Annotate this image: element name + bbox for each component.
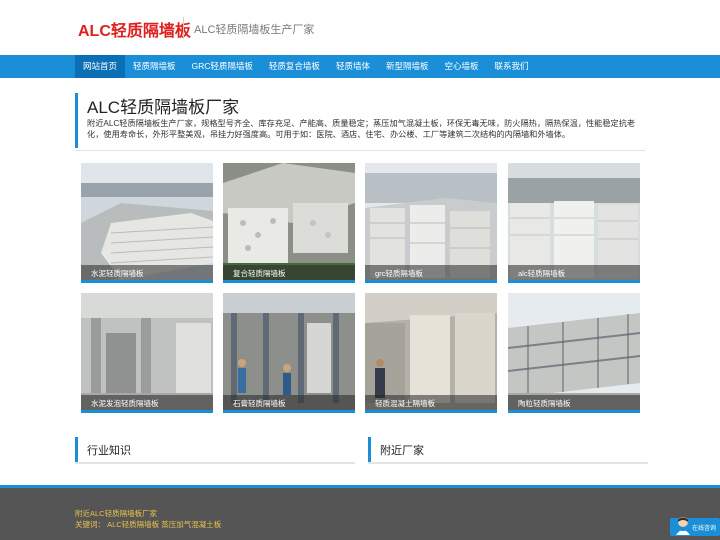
section-title[interactable]: 行业知识: [87, 442, 131, 458]
nav-item-light-partition[interactable]: 轻质隔墙板: [125, 55, 184, 78]
product-caption: 水泥发泡轻质隔墙板: [91, 399, 159, 408]
product-card[interactable]: 石膏轻质隔墙板: [223, 293, 355, 413]
intro-description: 附近ALC轻质隔墙板生产厂家，规格型号齐全、库存充足、产能高、质量稳定；蒸压加气…: [87, 119, 636, 139]
section-nearby-manufacturers: 附近厂家: [368, 437, 648, 464]
footer-keyword-link[interactable]: 蒸压加气混凝土板: [161, 520, 221, 529]
product-photo-alc-panel: [508, 163, 640, 280]
product-photo-foam-panel: [81, 293, 213, 410]
product-caption: 复合轻质隔墙板: [233, 269, 286, 278]
product-photo-grc-panel: [365, 163, 497, 280]
logo-divider: [183, 17, 184, 39]
product-caption: 石膏轻质隔墙板: [233, 399, 286, 408]
nav-item-home[interactable]: 网站首页: [75, 55, 126, 78]
section-industry-knowledge: 行业知识: [75, 437, 355, 464]
product-caption: grc轻质隔墙板: [375, 269, 423, 278]
footer-keywords-label: 关键词：: [75, 520, 105, 529]
product-photo-ceramsite-panel: [508, 293, 640, 410]
site-logo[interactable]: ALC轻质隔墙板: [78, 17, 191, 41]
footer-site-name[interactable]: 附近ALC轻质隔墙板厂家: [75, 508, 157, 519]
product-photo-cement-panel: [81, 163, 213, 280]
product-card[interactable]: 复合轻质隔墙板: [223, 163, 355, 283]
support-avatar-icon: [676, 517, 690, 535]
nav-item-new-partition[interactable]: 新型隔墙板: [378, 55, 437, 78]
product-caption: 陶粒轻质隔墙板: [518, 399, 571, 408]
product-card[interactable]: grc轻质隔墙板: [365, 163, 497, 283]
site-header: ALC轻质隔墙板 ALC轻质隔墙板生产厂家: [0, 0, 720, 54]
product-photo-gypsum-panel: [223, 293, 355, 410]
product-card[interactable]: alc轻质隔墙板: [508, 163, 640, 283]
product-caption: alc轻质隔墙板: [518, 269, 566, 278]
online-chat-label: 在线咨询: [692, 526, 717, 532]
product-card[interactable]: 轻质混凝土隔墙板: [365, 293, 497, 413]
product-caption: 轻质混凝土隔墙板: [375, 399, 435, 408]
footer-keywords: 关键词： ALC轻质隔墙板 蒸压加气混凝土板: [75, 519, 221, 530]
footer-keyword-link[interactable]: ALC轻质隔墙板: [107, 520, 159, 529]
intro-block: ALC轻质隔墙板厂家 附近ALC轻质隔墙板生产厂家，规格型号齐全、库存充足、产能…: [75, 93, 648, 148]
product-card[interactable]: 水泥轻质隔墙板: [81, 163, 213, 283]
intro-title: ALC轻质隔墙板厂家: [87, 98, 240, 117]
site-tagline: ALC轻质隔墙板生产厂家: [194, 24, 315, 36]
site-footer: 附近ALC轻质隔墙板厂家 关键词： ALC轻质隔墙板 蒸压加气混凝土板: [0, 488, 720, 540]
online-chat-button[interactable]: 在线咨询: [670, 517, 720, 536]
product-card[interactable]: 陶粒轻质隔墙板: [508, 293, 640, 413]
nav-item-composite-panel[interactable]: 轻质复合墙板: [261, 55, 328, 78]
intro-divider: [75, 150, 645, 151]
nav-item-light-wall[interactable]: 轻质墙体: [328, 55, 378, 78]
main-nav: 网站首页 轻质隔墙板 GRC轻质隔墙板 轻质复合墙板 轻质墙体 新型隔墙板 空心…: [0, 55, 720, 78]
product-caption: 水泥轻质隔墙板: [91, 269, 144, 278]
section-title[interactable]: 附近厂家: [380, 442, 424, 458]
product-photo-concrete-panel: [365, 293, 497, 410]
product-photo-composite-panel: [223, 163, 355, 280]
product-card[interactable]: 水泥发泡轻质隔墙板: [81, 293, 213, 413]
nav-item-hollow-panel[interactable]: 空心墙板: [436, 55, 486, 78]
nav-item-grc-partition[interactable]: GRC轻质隔墙板: [184, 55, 261, 78]
nav-item-contact[interactable]: 联系我们: [486, 55, 536, 78]
